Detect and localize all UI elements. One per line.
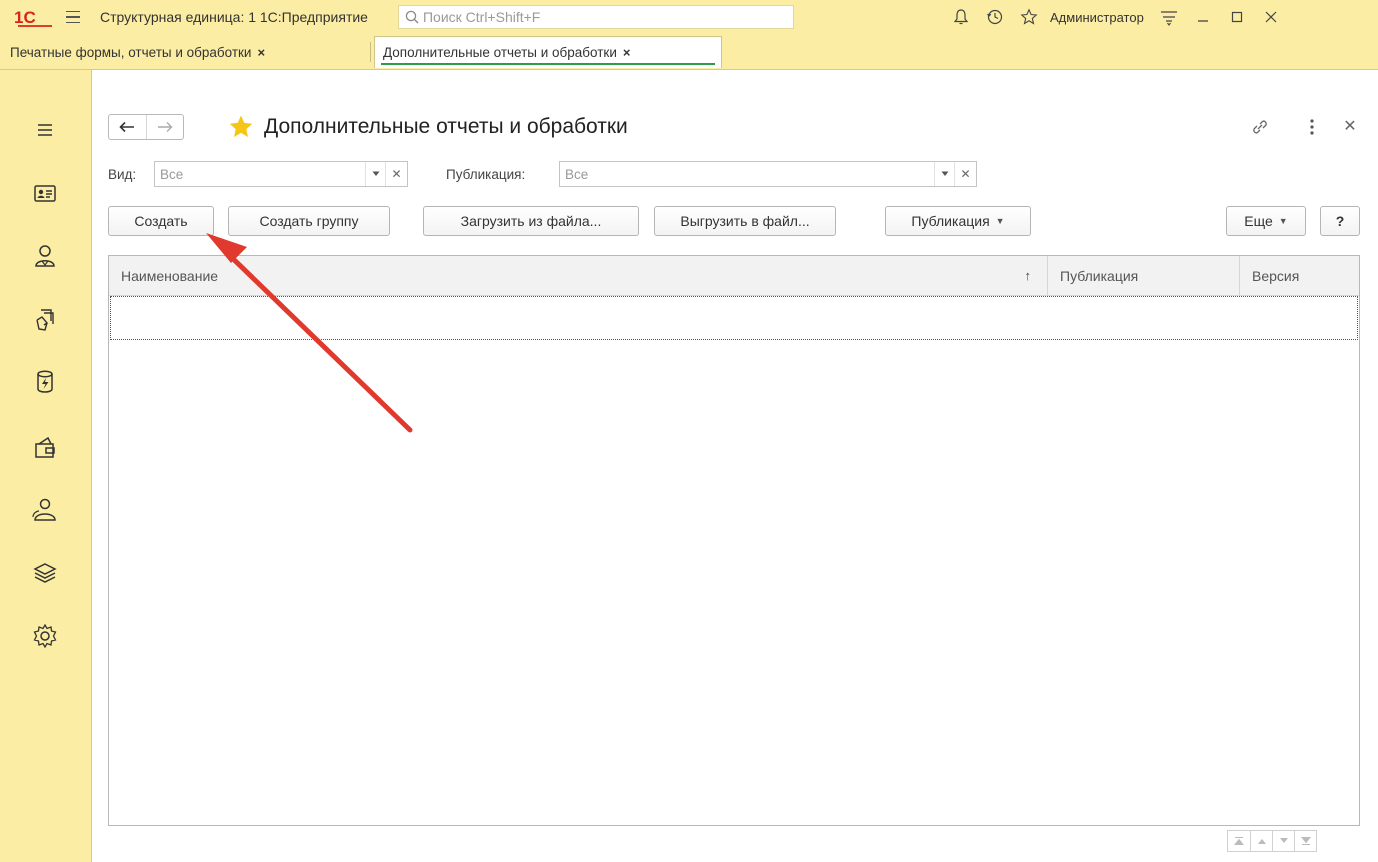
tab-divider: [370, 42, 371, 62]
close-tab-icon[interactable]: ×: [623, 45, 631, 60]
search-input[interactable]: Поиск Ctrl+Shift+F: [397, 5, 794, 29]
more-actions-button[interactable]: Еще ▼: [1226, 206, 1306, 236]
publication-menu-button[interactable]: Публикация ▼: [885, 206, 1031, 236]
sections-panel: [0, 70, 92, 862]
create-group-button[interactable]: Создать группу: [228, 206, 390, 236]
clear-icon[interactable]: ✕: [954, 162, 976, 186]
main-form: Дополнительные отчеты и обработки ✕ Вид:…: [92, 70, 1378, 862]
close-form-icon[interactable]: ✕: [1340, 117, 1360, 137]
column-label: Публикация: [1060, 267, 1139, 284]
publication-filter-value: Все: [565, 166, 589, 182]
arrow-left-icon: [119, 121, 135, 133]
wallet-icon[interactable]: [29, 432, 61, 464]
close-tab-icon[interactable]: ×: [257, 45, 265, 60]
id-card-icon[interactable]: [29, 178, 61, 210]
save-to-file-button[interactable]: Выгрузить в файл...: [654, 206, 836, 236]
database-bolt-icon[interactable]: [29, 366, 61, 398]
column-label: Наименование: [121, 267, 219, 284]
table-row-selected-empty[interactable]: [110, 296, 1358, 340]
kind-filter-value: Все: [160, 166, 184, 182]
menu-icon[interactable]: [29, 114, 61, 146]
reports-table[interactable]: Наименование ↑ Публикация Версия: [108, 255, 1360, 826]
link-icon[interactable]: [1250, 117, 1270, 137]
open-tabs-bar: Печатные формы, отчеты и обработки × Доп…: [0, 34, 1378, 70]
svg-text:1С: 1С: [14, 8, 36, 27]
app-title: Структурная единица: 1 1С:Предприятие: [100, 9, 368, 25]
publication-filter-field[interactable]: Все ✕: [559, 161, 977, 187]
column-label: Версия: [1252, 267, 1300, 284]
navigation-buttons: [108, 114, 184, 140]
scroll-last-icon[interactable]: [1294, 831, 1316, 851]
load-from-file-button[interactable]: Загрузить из файла...: [423, 206, 639, 236]
scroll-down-icon[interactable]: [1272, 831, 1294, 851]
column-header-version[interactable]: Версия: [1239, 256, 1359, 295]
arrow-right-icon: [157, 122, 173, 132]
more-actions-label: Еще: [1244, 213, 1273, 229]
hand-documents-icon[interactable]: [29, 304, 61, 336]
clear-icon[interactable]: ✕: [385, 162, 407, 186]
tab-additional-reports[interactable]: Дополнительные отчеты и обработки ×: [374, 36, 722, 68]
chevron-down-icon: ▼: [1278, 216, 1288, 226]
gear-icon[interactable]: [29, 620, 61, 652]
star-outline-icon[interactable]: [1012, 0, 1046, 34]
column-header-publication[interactable]: Публикация: [1047, 256, 1239, 295]
search-placeholder: Поиск Ctrl+Shift+F: [422, 9, 541, 25]
minimize-button[interactable]: [1186, 0, 1220, 34]
scroll-up-icon[interactable]: [1250, 831, 1272, 851]
1c-logo[interactable]: 1С: [14, 6, 54, 28]
back-button[interactable]: [109, 115, 146, 139]
stack-icon[interactable]: [29, 558, 61, 590]
group-icon[interactable]: [29, 494, 61, 526]
person-icon[interactable]: [29, 240, 61, 272]
column-header-name[interactable]: Наименование ↑: [109, 256, 1047, 295]
forward-button[interactable]: [145, 115, 184, 139]
favorite-star-icon[interactable]: [228, 114, 254, 140]
sort-ascending-icon: ↑: [1024, 268, 1032, 283]
tab-label: Дополнительные отчеты и обработки: [383, 45, 617, 60]
kind-filter-label: Вид:: [108, 167, 137, 182]
settings-lines-icon[interactable]: [1152, 0, 1186, 34]
create-button[interactable]: Создать: [108, 206, 214, 236]
maximize-button[interactable]: [1220, 0, 1254, 34]
scroll-first-icon[interactable]: [1228, 831, 1250, 851]
chevron-down-icon[interactable]: [365, 162, 385, 186]
page-title: Дополнительные отчеты и обработки: [264, 115, 628, 138]
history-icon[interactable]: [978, 0, 1012, 34]
main-menu-icon[interactable]: [66, 10, 92, 24]
help-button[interactable]: ?: [1320, 206, 1360, 236]
tab-label: Печатные формы, отчеты и обработки: [10, 44, 252, 60]
kind-filter-field[interactable]: Все ✕: [154, 161, 408, 187]
table-header: Наименование ↑ Публикация Версия: [109, 256, 1359, 296]
chevron-down-icon[interactable]: [934, 162, 954, 186]
chevron-down-icon: ▼: [995, 216, 1005, 226]
title-bar: 1С Структурная единица: 1 1С:Предприятие…: [0, 0, 1378, 34]
publication-filter-label: Публикация:: [446, 167, 526, 182]
close-window-button[interactable]: [1254, 0, 1288, 34]
tab-print-forms[interactable]: Печатные формы, отчеты и обработки ×: [2, 36, 273, 68]
search-icon: [405, 10, 419, 24]
bell-icon[interactable]: [944, 0, 978, 34]
table-scroll-buttons: [1227, 830, 1317, 852]
current-user[interactable]: Администратор: [1050, 10, 1144, 25]
more-vertical-icon[interactable]: [1302, 117, 1322, 137]
publication-menu-label: Публикация: [911, 213, 990, 229]
